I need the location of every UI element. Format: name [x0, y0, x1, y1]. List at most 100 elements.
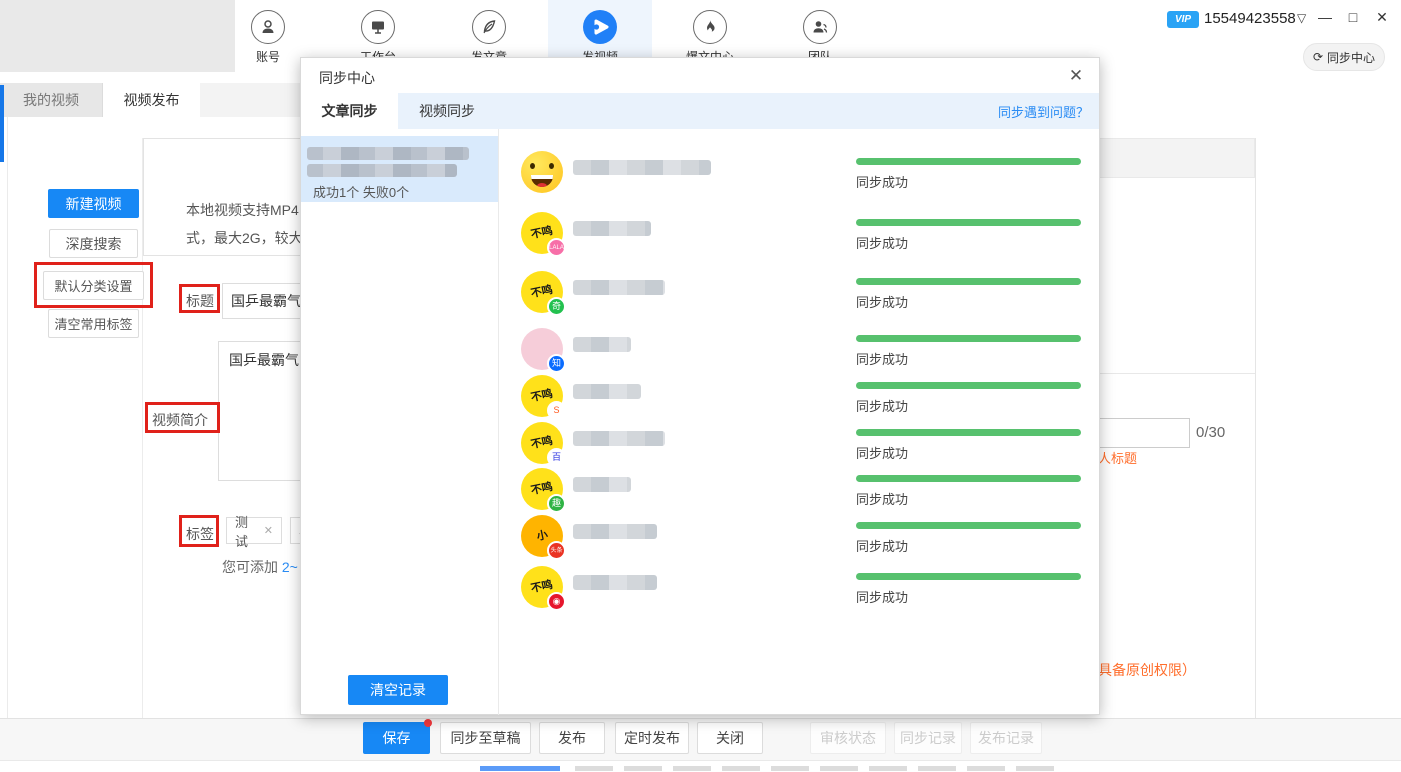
sync-progress-bar — [856, 573, 1081, 580]
sync-platform-row[interactable]: 不鸣奇同步成功 — [499, 266, 1099, 316]
clear-records-button[interactable]: 清空记录 — [348, 675, 448, 705]
sync-progress-bar — [856, 278, 1081, 285]
modal-tab-video-sync[interactable]: 视频同步 — [398, 93, 496, 129]
deep-search-button[interactable]: 深度搜索 — [49, 229, 138, 258]
platform-avatar — [521, 151, 563, 193]
platform-avatar: 不鸣LALA — [521, 212, 563, 254]
account-dropdown-icon[interactable]: ▽ — [1297, 11, 1306, 25]
sync-progress-bar — [856, 335, 1081, 342]
tag-text: 测试 — [235, 512, 258, 550]
taskbar-segment — [820, 766, 858, 771]
platform-badge-icon: ◉ — [547, 592, 566, 611]
avatar-text: 小 — [535, 529, 548, 542]
tags-hint-link: 2~ — [282, 559, 298, 575]
sync-progress-bar — [856, 158, 1081, 165]
sync-platform-row[interactable]: 不鸣S同步成功 — [499, 370, 1099, 420]
sync-progress-bar — [856, 429, 1081, 436]
flame-icon — [693, 10, 727, 44]
close-editor-button[interactable]: 关闭 — [697, 722, 763, 754]
taskbar-segment — [771, 766, 809, 771]
close-button[interactable]: ✕ — [1371, 6, 1393, 28]
sync-task-item[interactable]: 成功1个 失败0个 — [301, 136, 498, 202]
sync-progress-bar — [856, 219, 1081, 226]
avatar-text: 不鸣 — [530, 481, 554, 496]
user-icon — [251, 10, 285, 44]
tab-my-videos[interactable]: 我的视频 — [0, 83, 103, 117]
sync-platform-row[interactable]: 不鸣LALA 同步成功 — [499, 207, 1099, 257]
sync-platform-row[interactable]: 不鸣趣同步成功 — [499, 463, 1099, 513]
taskbar-segment — [575, 766, 613, 771]
vip-badge: VIP — [1167, 11, 1199, 28]
app-window: 账号 工作台 发文章 发视频 爆文中心 团队 VIP 15549423558 ▽… — [0, 0, 1401, 772]
avatar-text: 不鸣 — [530, 579, 554, 594]
tags-hint: 您可添加 2~ — [222, 557, 298, 577]
platform-avatar: 知 — [521, 328, 563, 370]
active-rail — [0, 85, 4, 162]
blurred-account-name — [573, 337, 631, 352]
platform-avatar: 小头条 — [521, 515, 563, 557]
modal-close-icon[interactable]: ✕ — [1065, 65, 1087, 87]
monitor-icon — [361, 10, 395, 44]
blurred-task-title — [307, 147, 469, 160]
nav-item-publish-video[interactable]: 发视频 — [548, 0, 652, 57]
sync-status-text: 同步成功 — [856, 489, 908, 508]
avatar-text: 不鸣 — [530, 284, 554, 299]
sync-summary: 成功1个 失败0个 — [313, 182, 409, 201]
blurred-account-name — [573, 575, 657, 590]
blurred-account-name — [573, 160, 711, 175]
modal-title: 同步中心 — [319, 68, 375, 88]
sync-progress-bar — [856, 382, 1081, 389]
sync-status-text: 同步成功 — [856, 443, 908, 462]
sync-status-text: 同步成功 — [856, 292, 908, 311]
modal-tab-article-sync[interactable]: 文章同步 — [301, 93, 398, 129]
title-label: 标题 — [186, 291, 214, 311]
sync-platform-row[interactable]: 不鸣百同步成功 — [499, 417, 1099, 467]
avatar-text: 不鸣 — [530, 225, 554, 240]
platform-badge-icon: LALA — [547, 238, 566, 257]
tag-remove-icon[interactable]: ✕ — [264, 524, 273, 537]
platform-avatar: 不鸣奇 — [521, 271, 563, 313]
sync-platform-row[interactable]: 不鸣◉ 同步成功 — [499, 561, 1099, 611]
sync-platform-row[interactable]: 小头条同步成功 — [499, 510, 1099, 560]
schedule-publish-button[interactable]: 定时发布 — [615, 722, 689, 754]
char-counter: 0/30 — [1196, 424, 1225, 441]
sync-status-text: 同步成功 — [856, 349, 908, 368]
sync-records-button: 同步记录 — [894, 722, 962, 754]
bottom-strip — [0, 760, 1401, 772]
sync-progress-bar — [856, 475, 1081, 482]
clear-common-tags-button[interactable]: 清空常用标签 — [48, 309, 139, 338]
taskbar-segment — [869, 766, 907, 771]
sync-status-text: 同步成功 — [856, 536, 908, 555]
sync-progress-bar — [856, 522, 1081, 529]
save-notification-dot — [424, 719, 432, 727]
blurred-account-name — [573, 221, 651, 236]
sync-platform-row[interactable]: 同步成功 — [499, 146, 1099, 196]
blurred-account-name — [573, 524, 657, 539]
tab-video-publish[interactable]: 视频发布 — [103, 83, 200, 117]
maximize-button[interactable]: □ — [1342, 6, 1364, 28]
sync-to-draft-button[interactable]: 同步至草稿 — [440, 722, 531, 754]
orange-note-rights: 具备原创权限） — [1098, 660, 1196, 680]
publish-records-button: 发布记录 — [970, 722, 1042, 754]
default-category-button[interactable]: 默认分类设置 — [43, 271, 144, 300]
audit-status-button: 审核状态 — [810, 722, 886, 754]
tag-chip-test[interactable]: 测试 ✕ — [226, 517, 282, 544]
platform-avatar: 不鸣趣 — [521, 468, 563, 510]
sync-help-link[interactable]: 同步遇到问题？ — [998, 102, 1089, 121]
sync-status-text: 同步成功 — [856, 396, 908, 415]
divider — [1255, 138, 1256, 718]
taskbar-segment — [673, 766, 711, 771]
sync-center-button[interactable]: ⟳ 同步中心 — [1303, 43, 1385, 71]
platform-avatar: 不鸣◉ — [521, 566, 563, 608]
minimize-button[interactable]: — — [1314, 6, 1336, 28]
sync-platform-row[interactable]: 知同步成功 — [499, 323, 1099, 373]
save-button[interactable]: 保存 — [363, 722, 430, 754]
sync-status-text: 同步成功 — [856, 587, 908, 606]
play-icon — [583, 10, 617, 44]
new-video-button[interactable]: 新建视频 — [48, 189, 139, 218]
blurred-task-title — [307, 164, 457, 177]
sync-status-text: 同步成功 — [856, 233, 908, 252]
upload-hint-line2: 式，最大2G，较大 — [186, 228, 303, 248]
publish-button[interactable]: 发布 — [539, 722, 605, 754]
feather-icon — [472, 10, 506, 44]
